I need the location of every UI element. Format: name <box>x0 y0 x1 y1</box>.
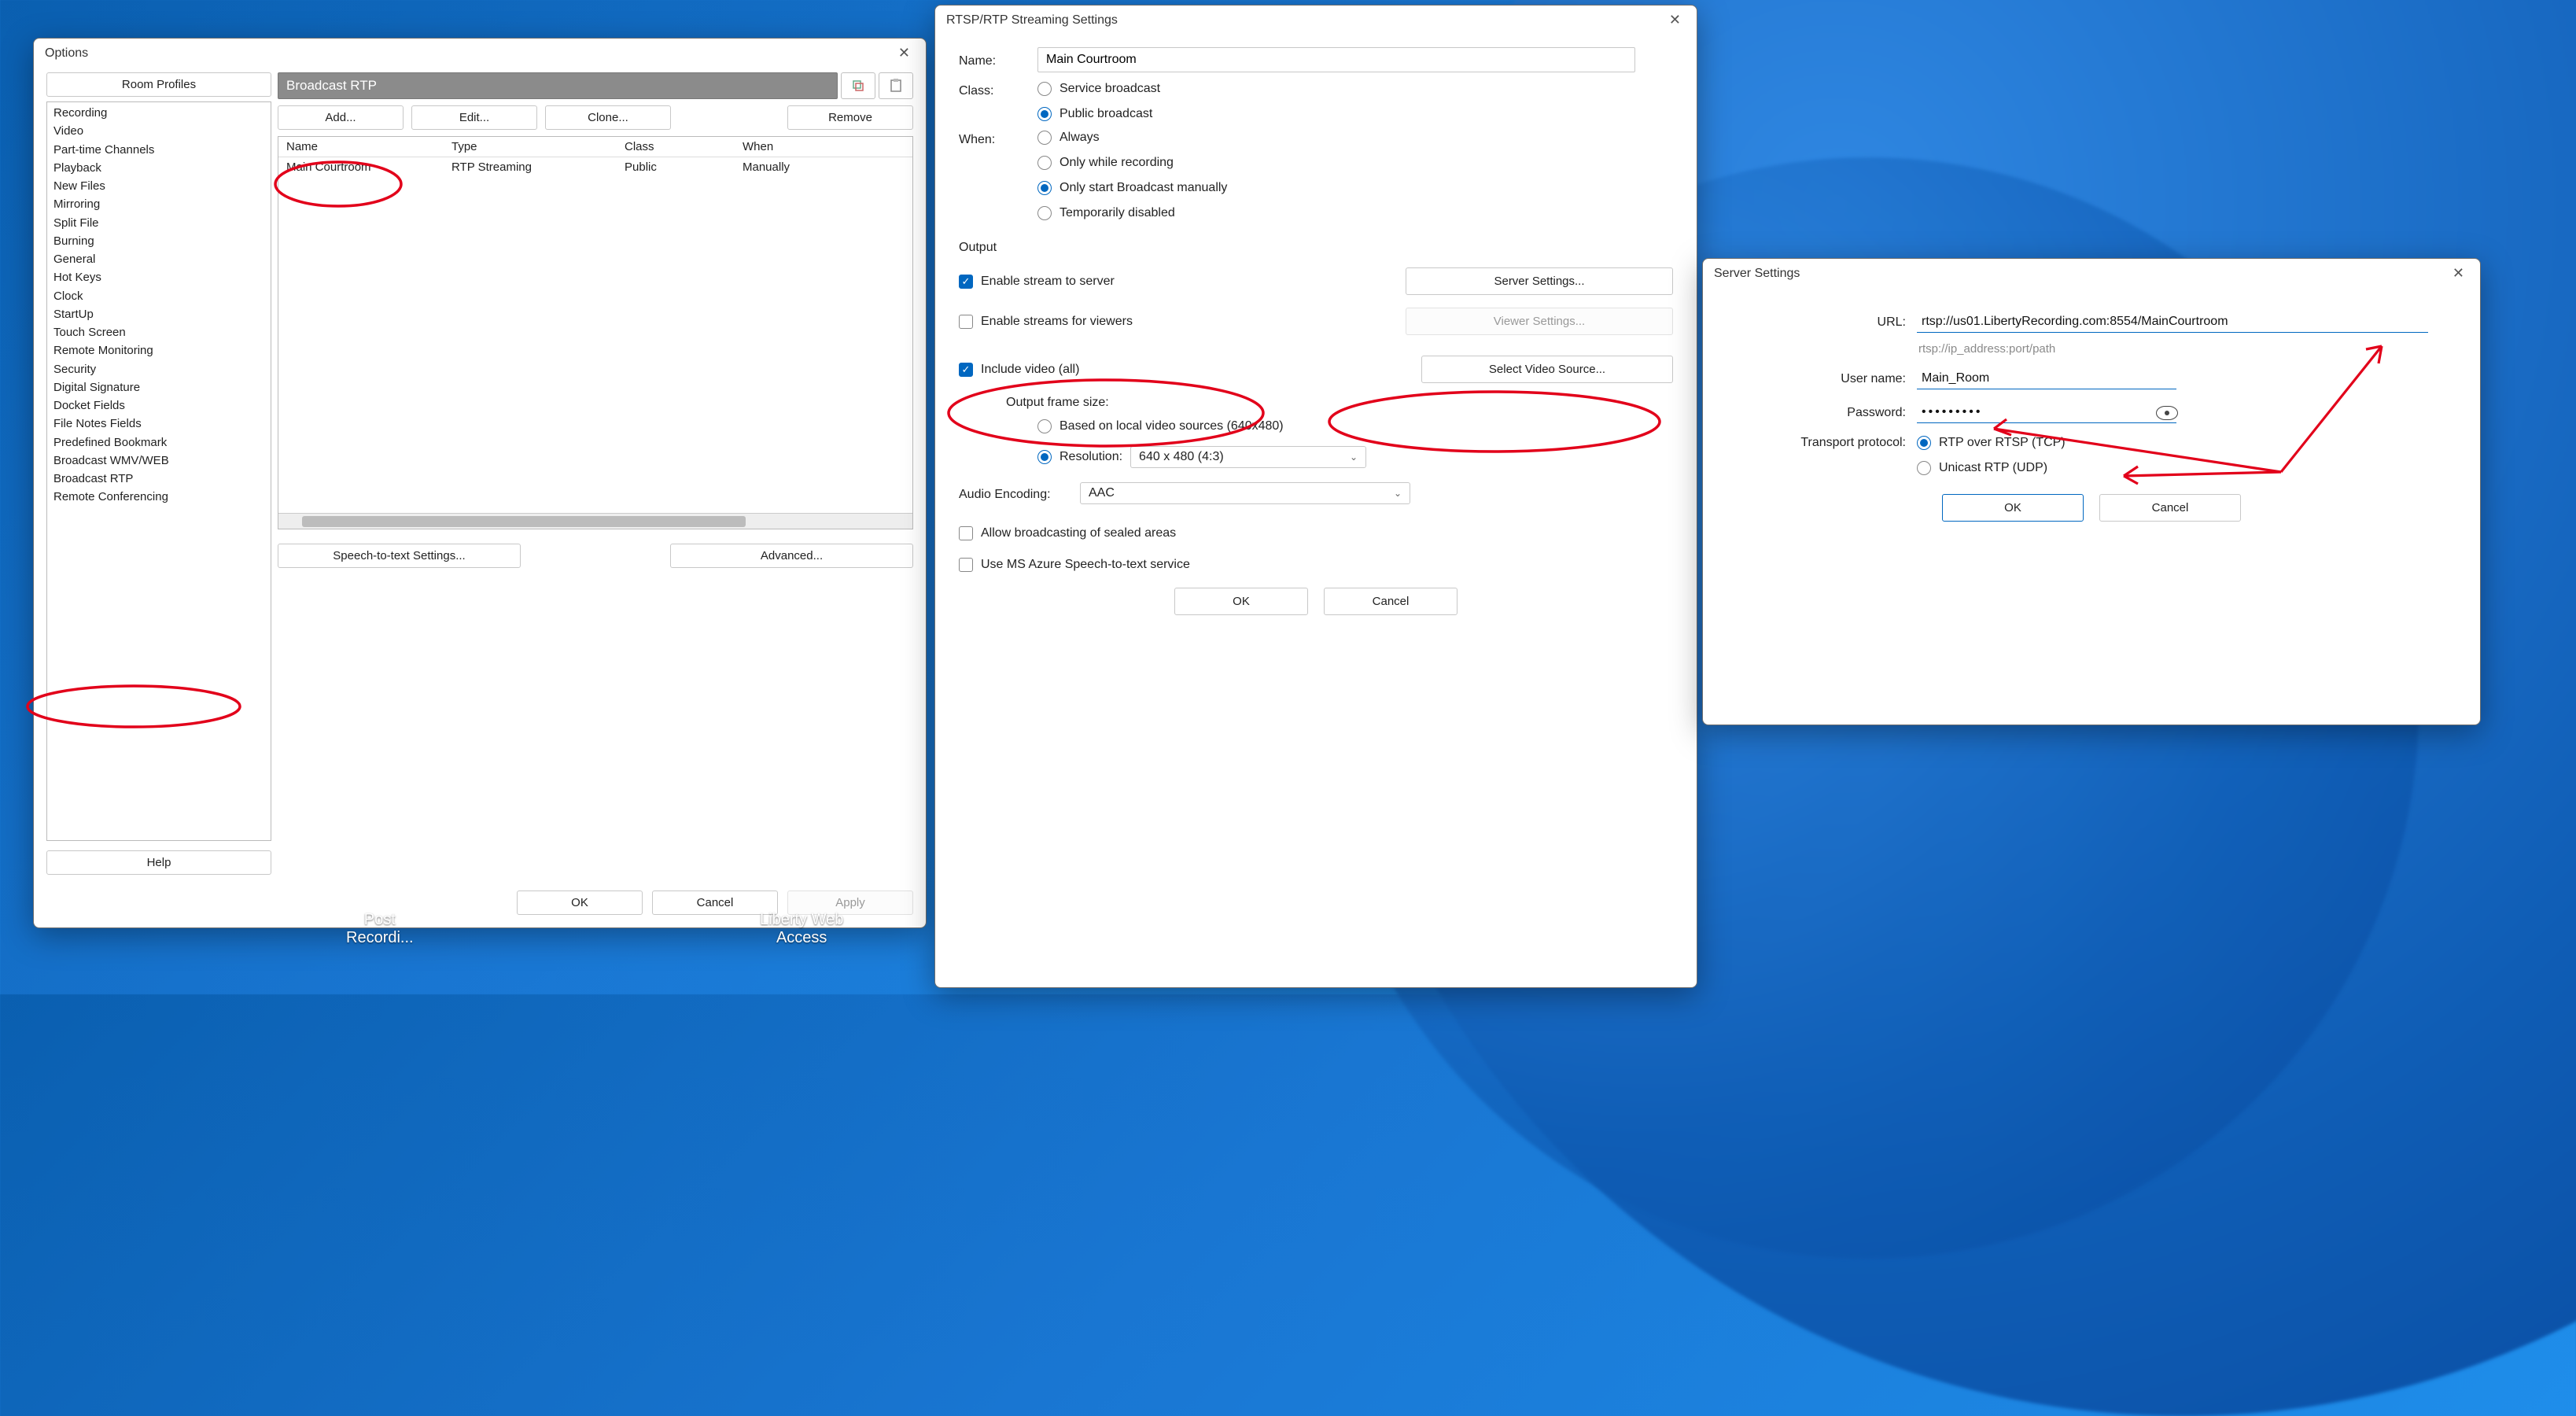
name-input[interactable] <box>1037 47 1635 72</box>
sidebar-item[interactable]: Clock <box>47 287 271 305</box>
paste-profile-icon[interactable] <box>879 72 913 99</box>
audio-label: Audio Encoding: <box>959 485 1069 502</box>
clone-button[interactable]: Clone... <box>545 105 671 130</box>
sidebar-item[interactable]: Security <box>47 360 271 378</box>
allow-sealed-checkbox[interactable]: Allow broadcasting of sealed areas <box>959 526 1673 540</box>
frame-resolution-radio[interactable]: Resolution: 640 x 480 (4:3)⌄ <box>1037 446 1673 468</box>
url-label: URL: <box>1725 315 1906 330</box>
viewer-settings-button: Viewer Settings... <box>1406 308 1673 335</box>
sidebar-item[interactable]: StartUp <box>47 305 271 323</box>
options-titlebar: Options ✕ <box>34 39 926 66</box>
sidebar-item[interactable]: Digital Signature <box>47 378 271 396</box>
close-icon[interactable]: ✕ <box>894 45 915 61</box>
close-icon[interactable]: ✕ <box>2448 265 2469 282</box>
desktop-shortcut-label: Post Recordi... <box>346 911 414 947</box>
sidebar-item[interactable]: Remote Conferencing <box>47 488 271 506</box>
table-hscrollbar[interactable] <box>278 513 912 529</box>
sidebar-item[interactable]: Mirroring <box>47 195 271 213</box>
help-button[interactable]: Help <box>46 850 271 875</box>
transport-label: Transport protocol: <box>1725 436 1906 450</box>
sidebar-item[interactable]: Broadcast WMV/WEB <box>47 452 271 470</box>
user-label: User name: <box>1725 372 1906 386</box>
select-video-button[interactable]: Select Video Source... <box>1421 356 1673 383</box>
profiles-table: Name Type Class When Main CourtroomRTP S… <box>278 136 913 529</box>
add-button[interactable]: Add... <box>278 105 404 130</box>
col-class[interactable]: Class <box>617 137 735 157</box>
chevron-down-icon: ⌄ <box>1350 452 1358 463</box>
rtsp-settings-window: RTSP/RTP Streaming Settings ✕ Name: Clas… <box>934 5 1697 988</box>
when-manual-radio[interactable]: Only start Broadcast manually <box>1037 181 1227 195</box>
tp-udp-radio[interactable]: Unicast RTP (UDP) <box>1917 461 2066 475</box>
output-heading: Output <box>959 241 1673 255</box>
cancel-button[interactable]: Cancel <box>2099 494 2241 522</box>
url-hint: rtsp://ip_address:port/path <box>1918 342 2458 356</box>
sidebar-item[interactable]: Predefined Bookmark <box>47 433 271 452</box>
password-input[interactable] <box>1917 402 2176 423</box>
col-type[interactable]: Type <box>444 137 617 157</box>
room-profiles-button[interactable]: Room Profiles <box>46 72 271 97</box>
col-when[interactable]: When <box>735 137 912 157</box>
sidebar-item[interactable]: Recording <box>47 104 271 122</box>
table-row[interactable]: Main CourtroomRTP StreamingPublicManuall… <box>278 157 912 177</box>
remove-button[interactable]: Remove <box>787 105 913 130</box>
chevron-down-icon: ⌄ <box>1394 488 1402 499</box>
class-label: Class: <box>959 82 1026 98</box>
server-titlebar: Server Settings ✕ <box>1703 259 2480 286</box>
sidebar-item[interactable]: Remote Monitoring <box>47 341 271 360</box>
desktop-shortcut-label: Liberty Web Access <box>760 911 843 947</box>
sidebar-item[interactable]: File Notes Fields <box>47 415 271 433</box>
azure-stt-checkbox[interactable]: Use MS Azure Speech-to-text service <box>959 558 1673 572</box>
tp-tcp-radio[interactable]: RTP over RTSP (TCP) <box>1917 436 2066 450</box>
server-title: Server Settings <box>1714 267 1800 281</box>
sidebar-item[interactable]: Video <box>47 122 271 140</box>
ok-button[interactable]: OK <box>1942 494 2084 522</box>
close-icon[interactable]: ✕ <box>1664 12 1686 28</box>
rtsp-title: RTSP/RTP Streaming Settings <box>946 13 1118 28</box>
sidebar-item[interactable]: Playback <box>47 159 271 177</box>
col-name[interactable]: Name <box>278 137 444 157</box>
edit-button[interactable]: Edit... <box>411 105 537 130</box>
copy-profile-icon[interactable] <box>841 72 875 99</box>
frame-based-radio[interactable]: Based on local video sources (640x480) <box>1037 419 1673 433</box>
sidebar-item[interactable]: Broadcast RTP <box>47 470 271 488</box>
password-label: Password: <box>1725 406 1906 420</box>
options-window: Options ✕ Room Profiles RecordingVideoPa… <box>33 38 927 928</box>
sidebar-item[interactable]: Burning <box>47 232 271 250</box>
audio-select[interactable]: AAC⌄ <box>1080 482 1410 504</box>
name-label: Name: <box>959 52 1026 68</box>
options-title: Options <box>45 46 88 61</box>
when-label: When: <box>959 131 1026 147</box>
enable-server-checkbox[interactable]: Enable stream to server <box>959 275 1115 289</box>
when-disabled-radio[interactable]: Temporarily disabled <box>1037 206 1227 220</box>
when-recording-radio[interactable]: Only while recording <box>1037 156 1227 170</box>
reveal-password-icon[interactable] <box>2156 406 2178 420</box>
options-sidebar: RecordingVideoPart-time ChannelsPlayback… <box>46 101 271 841</box>
class-public-radio[interactable]: Public broadcast <box>1037 107 1160 121</box>
url-input[interactable] <box>1917 312 2428 333</box>
speech-to-text-button[interactable]: Speech-to-text Settings... <box>278 544 521 568</box>
profile-header: Broadcast RTP <box>278 72 838 99</box>
resolution-select[interactable]: 640 x 480 (4:3)⌄ <box>1130 446 1366 468</box>
server-settings-button[interactable]: Server Settings... <box>1406 267 1673 295</box>
sidebar-item[interactable]: Part-time Channels <box>47 141 271 159</box>
sidebar-item[interactable]: Hot Keys <box>47 268 271 286</box>
server-settings-window: Server Settings ✕ URL: rtsp://ip_address… <box>1702 258 2481 725</box>
enable-viewers-checkbox[interactable]: Enable streams for viewers <box>959 315 1133 329</box>
sidebar-item[interactable]: Docket Fields <box>47 396 271 415</box>
ok-button[interactable]: OK <box>517 891 643 915</box>
when-always-radio[interactable]: Always <box>1037 131 1227 145</box>
class-service-radio[interactable]: Service broadcast <box>1037 82 1160 96</box>
cancel-button[interactable]: Cancel <box>1324 588 1458 615</box>
sidebar-item[interactable]: General <box>47 250 271 268</box>
ok-button[interactable]: OK <box>1174 588 1308 615</box>
cancel-button[interactable]: Cancel <box>652 891 778 915</box>
advanced-button[interactable]: Advanced... <box>670 544 913 568</box>
include-video-checkbox[interactable]: Include video (all) <box>959 363 1079 377</box>
sidebar-item[interactable]: Touch Screen <box>47 323 271 341</box>
frame-size-label: Output frame size: <box>1006 396 1673 410</box>
rtsp-titlebar: RTSP/RTP Streaming Settings ✕ <box>935 6 1697 33</box>
sidebar-item[interactable]: Split File <box>47 214 271 232</box>
user-input[interactable] <box>1917 368 2176 389</box>
sidebar-item[interactable]: New Files <box>47 177 271 195</box>
